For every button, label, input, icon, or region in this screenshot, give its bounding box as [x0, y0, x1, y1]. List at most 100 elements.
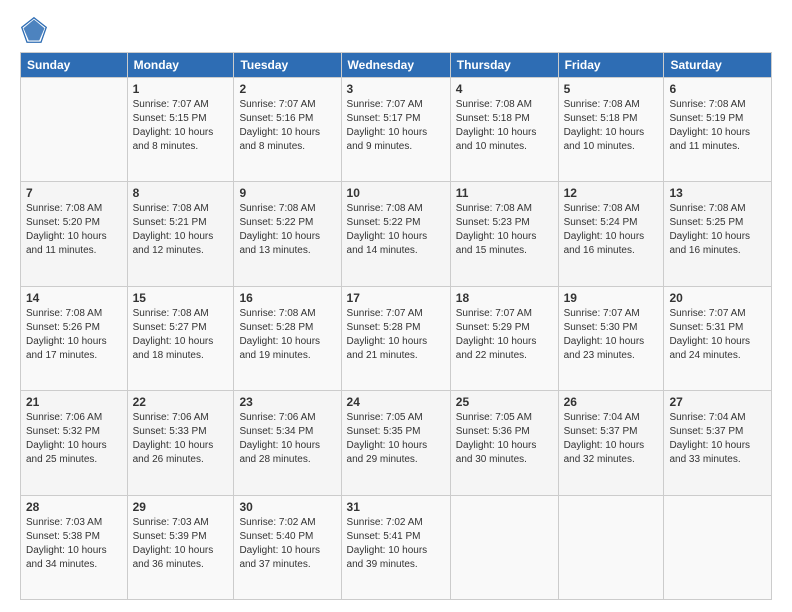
week-row: 21 Sunrise: 7:06 AM Sunset: 5:32 PM Dayli…: [21, 391, 772, 495]
day-info: Sunrise: 7:08 AM Sunset: 5:23 PM Dayligh…: [456, 202, 553, 258]
calendar-cell: 27Sunrise: 7:04 AM Sunset: 5:37 PM Dayli…: [664, 391, 772, 495]
day-info: Sunrise: 7:08 AM Sunset: 5:26 PM Dayligh…: [26, 307, 122, 363]
calendar-cell: 11 Sunrise: 7:08 AM Sunset: 5:23 PM Dayli…: [450, 182, 558, 286]
calendar-cell: 4 Sunrise: 7:08 AM Sunset: 5:18 PM Daylig…: [450, 78, 558, 182]
calendar-cell: 16 Sunrise: 7:08 AM Sunset: 5:28 PM Dayli…: [234, 286, 341, 390]
day-number: 13: [669, 186, 766, 200]
day-info: Sunrise: 7:03 AM Sunset: 5:38 PM Dayligh…: [26, 516, 122, 572]
day-number: 3: [347, 82, 445, 96]
day-info: Sunrise: 7:07 AM Sunset: 5:29 PM Dayligh…: [456, 307, 553, 363]
day-number: 17: [347, 291, 445, 305]
calendar-cell: 14 Sunrise: 7:08 AM Sunset: 5:26 PM Dayli…: [21, 286, 128, 390]
day-number: 15: [133, 291, 229, 305]
weekday-header-row: SundayMondayTuesdayWednesdayThursdayFrid…: [21, 53, 772, 78]
day-number: 28: [26, 500, 122, 514]
logo: [20, 16, 52, 44]
calendar-cell: [21, 78, 128, 182]
day-info: Sunrise: 7:02 AM Sunset: 5:41 PM Dayligh…: [347, 516, 445, 572]
calendar-cell: 21 Sunrise: 7:06 AM Sunset: 5:32 PM Dayli…: [21, 391, 128, 495]
day-number: 19: [564, 291, 659, 305]
calendar-cell: 2Sunrise: 7:07 AM Sunset: 5:16 PM Daylig…: [234, 78, 341, 182]
day-number: 4: [456, 82, 553, 96]
day-number: 11: [456, 186, 553, 200]
calendar-cell: 13 Sunrise: 7:08 AM Sunset: 5:25 PM Dayli…: [664, 182, 772, 286]
calendar-cell: 26 Sunrise: 7:04 AM Sunset: 5:37 PM Dayli…: [558, 391, 664, 495]
week-row: 28 Sunrise: 7:03 AM Sunset: 5:38 PM Dayli…: [21, 495, 772, 599]
day-info: Sunrise: 7:06 AM Sunset: 5:32 PM Dayligh…: [26, 411, 122, 467]
calendar-cell: [558, 495, 664, 599]
day-info: Sunrise: 7:07 AM Sunset: 5:30 PM Dayligh…: [564, 307, 659, 363]
logo-icon: [20, 16, 48, 44]
day-number: 12: [564, 186, 659, 200]
week-row: 7 Sunrise: 7:08 AM Sunset: 5:20 PM Daylig…: [21, 182, 772, 286]
calendar-cell: 5Sunrise: 7:08 AM Sunset: 5:18 PM Daylig…: [558, 78, 664, 182]
day-info: Sunrise: 7:08 AM Sunset: 5:18 PM Dayligh…: [456, 98, 553, 154]
day-info: Sunrise: 7:08 AM Sunset: 5:19 PM Dayligh…: [669, 98, 766, 154]
week-row: 14 Sunrise: 7:08 AM Sunset: 5:26 PM Dayli…: [21, 286, 772, 390]
calendar-cell: [450, 495, 558, 599]
day-number: 31: [347, 500, 445, 514]
day-info: Sunrise: 7:03 AM Sunset: 5:39 PM Dayligh…: [133, 516, 229, 572]
day-info: Sunrise: 7:06 AM Sunset: 5:34 PM Dayligh…: [239, 411, 335, 467]
day-info: Sunrise: 7:08 AM Sunset: 5:28 PM Dayligh…: [239, 307, 335, 363]
day-number: 23: [239, 395, 335, 409]
calendar-cell: 18 Sunrise: 7:07 AM Sunset: 5:29 PM Dayli…: [450, 286, 558, 390]
week-row: 1 Sunrise: 7:07 AM Sunset: 5:15 PM Daylig…: [21, 78, 772, 182]
calendar-cell: 7 Sunrise: 7:08 AM Sunset: 5:20 PM Daylig…: [21, 182, 128, 286]
day-info: Sunrise: 7:06 AM Sunset: 5:33 PM Dayligh…: [133, 411, 229, 467]
calendar-cell: 20Sunrise: 7:07 AM Sunset: 5:31 PM Dayli…: [664, 286, 772, 390]
day-info: Sunrise: 7:08 AM Sunset: 5:21 PM Dayligh…: [133, 202, 229, 258]
day-number: 26: [564, 395, 659, 409]
day-info: Sunrise: 7:04 AM Sunset: 5:37 PM Dayligh…: [564, 411, 659, 467]
day-info: Sunrise: 7:07 AM Sunset: 5:17 PM Dayligh…: [347, 98, 445, 154]
calendar-cell: 1 Sunrise: 7:07 AM Sunset: 5:15 PM Daylig…: [127, 78, 234, 182]
calendar-cell: 30Sunrise: 7:02 AM Sunset: 5:40 PM Dayli…: [234, 495, 341, 599]
day-number: 10: [347, 186, 445, 200]
day-number: 9: [239, 186, 335, 200]
calendar-cell: 24 Sunrise: 7:05 AM Sunset: 5:35 PM Dayli…: [341, 391, 450, 495]
day-info: Sunrise: 7:05 AM Sunset: 5:35 PM Dayligh…: [347, 411, 445, 467]
day-number: 22: [133, 395, 229, 409]
day-number: 14: [26, 291, 122, 305]
calendar-cell: 23 Sunrise: 7:06 AM Sunset: 5:34 PM Dayli…: [234, 391, 341, 495]
page-header: [20, 16, 772, 44]
calendar-cell: 29Sunrise: 7:03 AM Sunset: 5:39 PM Dayli…: [127, 495, 234, 599]
day-info: Sunrise: 7:07 AM Sunset: 5:15 PM Dayligh…: [133, 98, 229, 154]
day-info: Sunrise: 7:07 AM Sunset: 5:16 PM Dayligh…: [239, 98, 335, 154]
calendar-cell: 19 Sunrise: 7:07 AM Sunset: 5:30 PM Dayli…: [558, 286, 664, 390]
calendar-cell: 17 Sunrise: 7:07 AM Sunset: 5:28 PM Dayli…: [341, 286, 450, 390]
day-number: 27: [669, 395, 766, 409]
day-number: 24: [347, 395, 445, 409]
day-number: 20: [669, 291, 766, 305]
weekday-header: Saturday: [664, 53, 772, 78]
day-number: 1: [133, 82, 229, 96]
calendar-cell: 8Sunrise: 7:08 AM Sunset: 5:21 PM Daylig…: [127, 182, 234, 286]
day-info: Sunrise: 7:08 AM Sunset: 5:24 PM Dayligh…: [564, 202, 659, 258]
day-info: Sunrise: 7:08 AM Sunset: 5:27 PM Dayligh…: [133, 307, 229, 363]
calendar-cell: 10Sunrise: 7:08 AM Sunset: 5:22 PM Dayli…: [341, 182, 450, 286]
day-number: 6: [669, 82, 766, 96]
day-number: 30: [239, 500, 335, 514]
calendar-cell: 15 Sunrise: 7:08 AM Sunset: 5:27 PM Dayli…: [127, 286, 234, 390]
calendar-cell: 28 Sunrise: 7:03 AM Sunset: 5:38 PM Dayli…: [21, 495, 128, 599]
weekday-header: Tuesday: [234, 53, 341, 78]
calendar-cell: 31 Sunrise: 7:02 AM Sunset: 5:41 PM Dayli…: [341, 495, 450, 599]
calendar-cell: 25Sunrise: 7:05 AM Sunset: 5:36 PM Dayli…: [450, 391, 558, 495]
day-number: 7: [26, 186, 122, 200]
calendar-cell: 9Sunrise: 7:08 AM Sunset: 5:22 PM Daylig…: [234, 182, 341, 286]
weekday-header: Thursday: [450, 53, 558, 78]
day-info: Sunrise: 7:08 AM Sunset: 5:20 PM Dayligh…: [26, 202, 122, 258]
calendar-cell: 6 Sunrise: 7:08 AM Sunset: 5:19 PM Daylig…: [664, 78, 772, 182]
day-info: Sunrise: 7:08 AM Sunset: 5:25 PM Dayligh…: [669, 202, 766, 258]
weekday-header: Monday: [127, 53, 234, 78]
day-info: Sunrise: 7:05 AM Sunset: 5:36 PM Dayligh…: [456, 411, 553, 467]
day-number: 16: [239, 291, 335, 305]
day-number: 5: [564, 82, 659, 96]
day-number: 21: [26, 395, 122, 409]
calendar: SundayMondayTuesdayWednesdayThursdayFrid…: [20, 52, 772, 600]
day-number: 18: [456, 291, 553, 305]
calendar-cell: 12 Sunrise: 7:08 AM Sunset: 5:24 PM Dayli…: [558, 182, 664, 286]
weekday-header: Sunday: [21, 53, 128, 78]
weekday-header: Wednesday: [341, 53, 450, 78]
day-info: Sunrise: 7:07 AM Sunset: 5:28 PM Dayligh…: [347, 307, 445, 363]
